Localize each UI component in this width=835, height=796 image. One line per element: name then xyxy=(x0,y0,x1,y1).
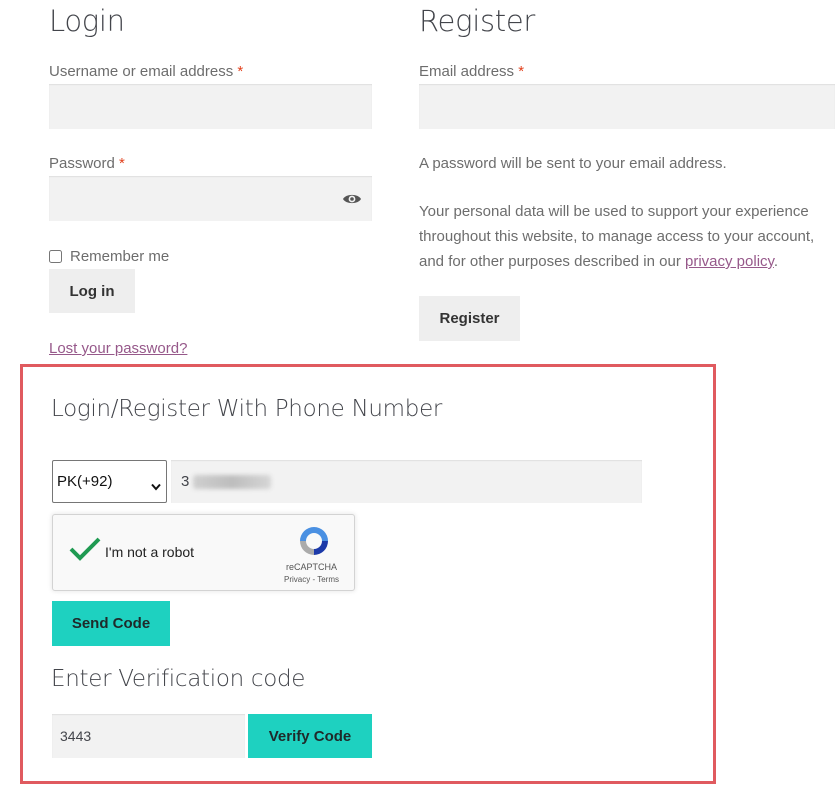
email-label-text: Email address xyxy=(419,63,515,80)
login-button[interactable]: Log in xyxy=(49,269,135,313)
recaptcha-terms-link[interactable]: Terms xyxy=(317,575,339,584)
eye-icon[interactable] xyxy=(342,191,362,207)
password-label: Password * xyxy=(49,155,125,172)
redacted-number xyxy=(193,474,272,489)
phone-number-input[interactable]: 3 xyxy=(171,460,642,503)
chevron-down-icon xyxy=(151,478,161,495)
email-input[interactable] xyxy=(419,84,835,129)
country-code-value: PK(+92) xyxy=(57,473,113,490)
remember-me: Remember me xyxy=(49,248,169,265)
recaptcha-widget[interactable]: I'm not a robot reCAPTCHA Privacy - Term… xyxy=(52,514,355,591)
verification-code-value: 3443 xyxy=(60,728,92,744)
recaptcha-privacy-link[interactable]: Privacy xyxy=(284,575,310,584)
recaptcha-logo-icon xyxy=(296,523,332,564)
password-label-text: Password xyxy=(49,155,115,172)
privacy-notice: Your personal data will be used to suppo… xyxy=(419,199,824,274)
recaptcha-links: Privacy - Terms xyxy=(284,575,339,584)
check-icon[interactable] xyxy=(69,536,101,567)
lost-password-link[interactable]: Lost your password? xyxy=(49,340,187,357)
email-label: Email address * xyxy=(419,63,524,80)
privacy-text-end: . xyxy=(773,253,779,270)
required-mark: * xyxy=(119,155,125,172)
required-mark: * xyxy=(237,63,244,80)
country-code-select[interactable]: PK(+92) xyxy=(52,460,167,503)
remember-checkbox[interactable] xyxy=(49,250,62,263)
username-input[interactable] xyxy=(49,84,372,129)
password-input[interactable] xyxy=(49,176,372,221)
register-title: Register xyxy=(419,4,535,38)
phone-login-title: Login/Register With Phone Number xyxy=(51,396,443,422)
verify-code-button[interactable]: Verify Code xyxy=(248,714,372,758)
login-title: Login xyxy=(49,4,125,38)
required-mark: * xyxy=(518,63,525,80)
phone-number-value: 3 xyxy=(181,473,190,490)
register-button[interactable]: Register xyxy=(419,296,520,341)
remember-label: Remember me xyxy=(70,248,170,265)
privacy-policy-link[interactable]: privacy policy xyxy=(685,253,774,270)
username-label-text: Username or email address xyxy=(49,63,234,80)
username-label: Username or email address * xyxy=(49,63,243,80)
recaptcha-brand: reCAPTCHA xyxy=(286,562,338,572)
send-code-button[interactable]: Send Code xyxy=(52,601,170,646)
password-note: A password will be sent to your email ad… xyxy=(419,155,727,172)
verification-title: Enter Verification code xyxy=(51,666,306,692)
verification-code-input[interactable]: 3443 xyxy=(52,714,245,758)
recaptcha-label: I'm not a robot xyxy=(105,544,195,560)
